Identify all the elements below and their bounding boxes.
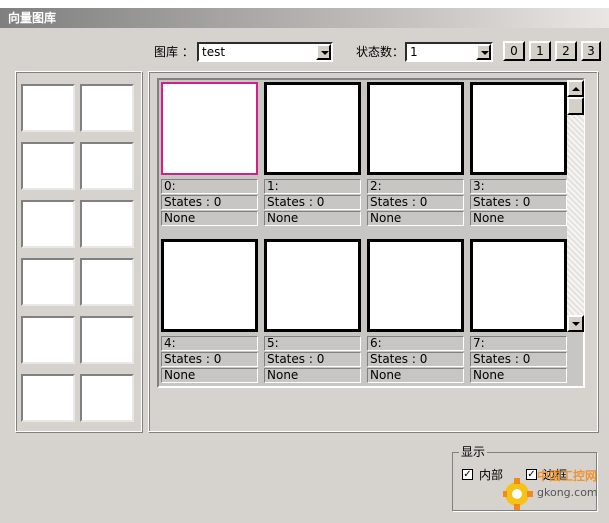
tile-states: States : 0	[470, 352, 567, 367]
gallery-grid[interactable]: 0: States : 0 None 1: States : 0 None 2:…	[157, 78, 585, 388]
state-button-3[interactable]: 3	[581, 41, 601, 61]
tile-name: None	[264, 211, 361, 226]
state-button-0[interactable]: 0	[503, 41, 525, 61]
top-strip	[0, 0, 609, 8]
palette-cell[interactable]	[21, 84, 75, 132]
state-count-label: 状态数：	[356, 45, 405, 59]
tile-index: 4:	[161, 336, 258, 351]
state-count-value: 1	[410, 45, 418, 59]
palette-cell[interactable]	[80, 200, 134, 248]
palette-cell[interactable]	[80, 84, 134, 132]
palette-cell[interactable]	[80, 316, 134, 364]
inner-checkbox-label: 内部	[479, 468, 504, 482]
tile-index: 3:	[470, 179, 567, 194]
tile-states: States : 0	[161, 195, 258, 210]
chevron-down-icon[interactable]	[476, 44, 491, 60]
tile-name: None	[161, 211, 258, 226]
tile-name: None	[470, 368, 567, 383]
tile-name: None	[367, 211, 464, 226]
tile-preview[interactable]	[264, 239, 361, 332]
tile-name: None	[367, 368, 464, 383]
chevron-down-icon[interactable]	[316, 44, 331, 60]
state-count-select[interactable]: 1	[405, 42, 493, 62]
tile-preview[interactable]	[367, 82, 464, 175]
tile-states: States : 0	[367, 352, 464, 367]
palette-cell[interactable]	[21, 142, 75, 190]
inner-checkbox[interactable]: ✓	[462, 469, 473, 480]
palette-cell[interactable]	[21, 374, 75, 422]
scroll-track[interactable]	[567, 115, 584, 315]
tile-preview[interactable]	[470, 82, 567, 175]
scroll-down-icon[interactable]	[567, 315, 584, 332]
tile-preview[interactable]	[161, 82, 258, 175]
tile-states: States : 0	[161, 352, 258, 367]
tile-name: None	[264, 368, 361, 383]
palette-cell[interactable]	[21, 316, 75, 364]
scroll-thumb[interactable]	[567, 97, 584, 115]
tile-index: 1:	[264, 179, 361, 194]
tile-states: States : 0	[367, 195, 464, 210]
scroll-up-icon[interactable]	[567, 80, 584, 97]
library-select-value: test	[202, 45, 226, 59]
tile-name: None	[161, 368, 258, 383]
palette-cell[interactable]	[21, 258, 75, 306]
palette-cell[interactable]	[80, 258, 134, 306]
gallery-scrollbar[interactable]	[567, 80, 584, 332]
library-select[interactable]: test	[197, 42, 333, 62]
tile-index: 0:	[161, 179, 258, 194]
state-button-1[interactable]: 1	[529, 41, 551, 61]
window-title: 向量图库	[0, 8, 609, 28]
tile-states: States : 0	[470, 195, 567, 210]
tile-name: None	[470, 211, 567, 226]
tile-states: States : 0	[264, 352, 361, 367]
border-checkbox-label: 边框	[543, 468, 568, 482]
palette-panel	[15, 71, 142, 432]
library-label: 图库 ：	[154, 45, 194, 59]
display-group: 显示 ✓ 内部 ✓ 边框	[452, 444, 597, 511]
border-checkbox[interactable]: ✓	[526, 469, 537, 480]
tile-index: 2:	[367, 179, 464, 194]
palette-cell[interactable]	[21, 200, 75, 248]
state-button-2[interactable]: 2	[555, 41, 577, 61]
tile-preview[interactable]	[367, 239, 464, 332]
tile-index: 7:	[470, 336, 567, 351]
tile-index: 6:	[367, 336, 464, 351]
tile-preview[interactable]	[161, 239, 258, 332]
palette-cell[interactable]	[80, 374, 134, 422]
tile-states: States : 0	[264, 195, 361, 210]
tile-preview[interactable]	[264, 82, 361, 175]
tile-index: 5:	[264, 336, 361, 351]
tile-preview[interactable]	[470, 239, 567, 332]
display-legend: 显示	[459, 444, 488, 460]
palette-cell[interactable]	[80, 142, 134, 190]
